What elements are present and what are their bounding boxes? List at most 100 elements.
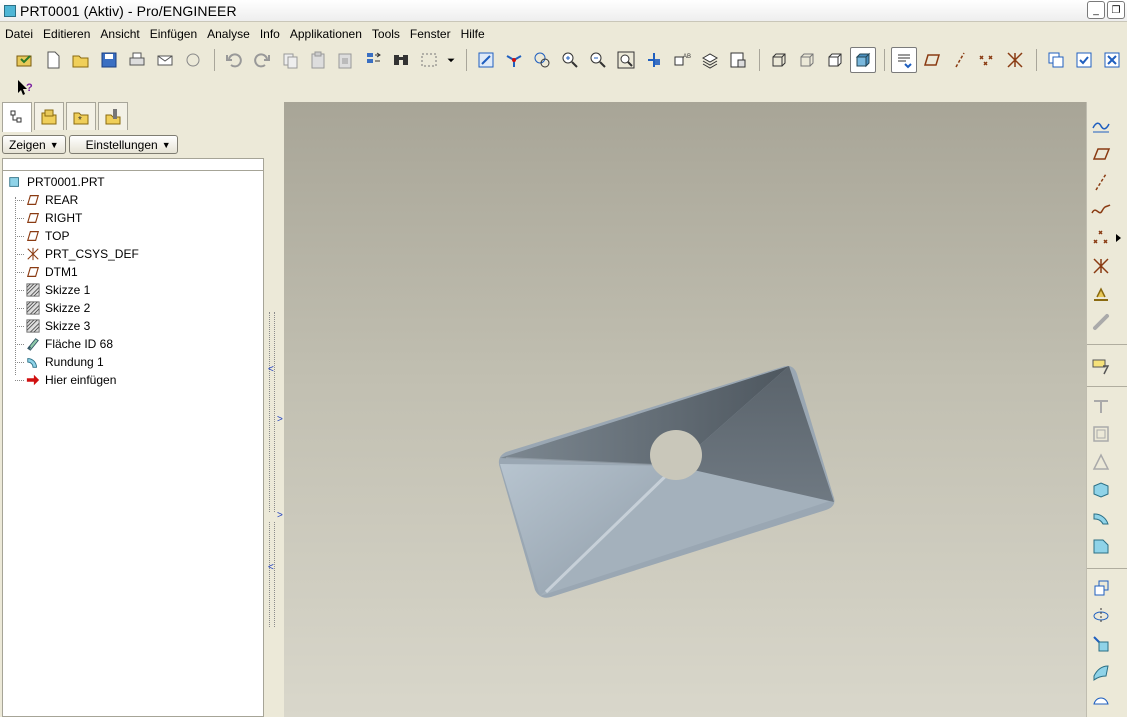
send-link-button[interactable] <box>180 47 206 73</box>
hidden-line-button[interactable] <box>794 47 820 73</box>
csys-tool-button[interactable] <box>1089 254 1113 278</box>
graphics-viewport[interactable] <box>284 102 1086 717</box>
draft-tool-button[interactable] <box>1089 450 1113 474</box>
saved-views-button[interactable]: AB <box>669 47 695 73</box>
send-mail-button[interactable] <box>152 47 178 73</box>
round-tool-button[interactable] <box>1089 478 1113 502</box>
redo-button[interactable] <box>249 47 275 73</box>
open-file-button[interactable] <box>68 47 94 73</box>
no-hidden-button[interactable] <box>822 47 848 73</box>
activate-window-button[interactable] <box>1071 47 1097 73</box>
refit-button[interactable] <box>613 47 639 73</box>
layers-button[interactable] <box>697 47 723 73</box>
search-button[interactable] <box>388 47 414 73</box>
paste-button[interactable] <box>305 47 331 73</box>
rib-icon <box>1094 400 1108 413</box>
repaint-button[interactable] <box>473 47 499 73</box>
zoom-in-button[interactable] <box>557 47 583 73</box>
rib-tool-button[interactable] <box>1089 394 1113 418</box>
tree-item-sketch-2[interactable]: Skizze 2 <box>3 299 263 317</box>
display-toggle-button[interactable] <box>1089 114 1113 138</box>
menu-hilfe[interactable]: Hilfe <box>456 27 490 41</box>
menu-applikationen[interactable]: Applikationen <box>285 27 367 41</box>
datum-curve-tool-button[interactable] <box>1089 198 1113 222</box>
wireframe-button[interactable] <box>766 47 792 73</box>
tree-item-surface[interactable]: Fläche ID 68 <box>3 335 263 353</box>
tab-favorites[interactable]: * <box>66 102 96 130</box>
minimize-button[interactable]: _ <box>1087 1 1105 19</box>
datum-point-tool-button[interactable] <box>1089 226 1113 250</box>
reorient-button[interactable] <box>641 47 667 73</box>
tree-item-sketch-3[interactable]: Skizze 3 <box>3 317 263 335</box>
close-window-button[interactable] <box>1099 47 1125 73</box>
selection-box-button[interactable] <box>416 47 442 73</box>
print-button[interactable] <box>124 47 150 73</box>
datum-plane-tool-button[interactable] <box>1089 142 1113 166</box>
menu-einfuegen[interactable]: Einfügen <box>145 27 202 41</box>
collapse-arrow-icon[interactable]: < <box>268 364 274 375</box>
datum-planes-toggle-button[interactable] <box>919 47 945 73</box>
paste-special-button[interactable] <box>332 47 358 73</box>
new-file-button[interactable] <box>40 47 66 73</box>
edge-round-tool-button[interactable] <box>1089 534 1113 558</box>
regenerate-button[interactable] <box>360 47 386 73</box>
tree-item-top[interactable]: TOP <box>3 227 263 245</box>
undo-button[interactable] <box>221 47 247 73</box>
expand-arrow-icon[interactable]: > <box>277 414 283 425</box>
pattern-tool-button[interactable] <box>1089 310 1113 334</box>
csys-toggle-button[interactable] <box>1002 47 1028 73</box>
shading-button[interactable] <box>849 47 876 73</box>
datum-display-button[interactable] <box>890 47 917 73</box>
context-help-button[interactable]: ? <box>12 75 38 101</box>
splitter-grip[interactable] <box>269 522 275 627</box>
chamfer-tool-button[interactable] <box>1089 506 1113 530</box>
menu-fenster[interactable]: Fenster <box>405 27 456 41</box>
menu-editieren[interactable]: Editieren <box>38 27 95 41</box>
expand-point-menu-arrow[interactable] <box>1113 226 1125 250</box>
switch-window-button[interactable] <box>1043 47 1069 73</box>
tree-item-dtm1[interactable]: DTM1 <box>3 263 263 281</box>
copy-button[interactable] <box>277 47 303 73</box>
selection-dropdown-button[interactable] <box>444 47 458 73</box>
csys-icon <box>25 246 41 262</box>
tab-model-tree[interactable] <box>2 102 32 132</box>
zoom-out-button[interactable] <box>585 47 611 73</box>
tree-item-sketch-1[interactable]: Skizze 1 <box>3 281 263 299</box>
sketch-tool-button[interactable] <box>1089 354 1113 378</box>
analysis-tool-button[interactable] <box>1089 282 1113 306</box>
datum-axis-tool-button[interactable] <box>1089 170 1113 194</box>
save-button[interactable] <box>96 47 122 73</box>
collapse-arrow-icon[interactable]: < <box>268 562 274 573</box>
menu-datei[interactable]: Datei <box>0 27 38 41</box>
datum-points-toggle-button[interactable] <box>975 47 1001 73</box>
splitter-grip[interactable] <box>269 312 275 512</box>
settings-dropdown-button[interactable]: Einstellungen ▼ <box>68 135 178 154</box>
tree-item-csys[interactable]: PRT_CSYS_DEF <box>3 245 263 263</box>
tree-item-insert-here[interactable]: Hier einfügen <box>3 371 263 389</box>
menu-ansicht[interactable]: Ansicht <box>95 27 144 41</box>
shell-tool-button[interactable] <box>1089 422 1113 446</box>
select-working-directory-button[interactable] <box>12 47 38 73</box>
menu-analyse[interactable]: Analyse <box>202 27 255 41</box>
tree-item-rear[interactable]: REAR <box>3 191 263 209</box>
tree-root-item[interactable]: PRT0001.PRT <box>3 173 263 191</box>
view-manager-button[interactable] <box>725 47 751 73</box>
revolve-tool-button[interactable] <box>1089 604 1113 628</box>
restore-button[interactable]: ❐ <box>1107 1 1125 19</box>
show-dropdown-button[interactable]: Zeigen ▼ <box>2 135 66 154</box>
tree-item-round[interactable]: Rundung 1 <box>3 353 263 371</box>
extrude-tool-button[interactable] <box>1089 576 1113 600</box>
tab-folder-browser[interactable] <box>34 102 64 130</box>
sweep-tool-button[interactable] <box>1089 632 1113 656</box>
menu-info[interactable]: Info <box>255 27 285 41</box>
spin-center-button[interactable] <box>501 47 527 73</box>
tree-item-right[interactable]: RIGHT <box>3 209 263 227</box>
orient-mode-button[interactable] <box>529 47 555 73</box>
menu-tools[interactable]: Tools <box>367 27 405 41</box>
boundary-blend-tool-button[interactable] <box>1089 660 1113 684</box>
tab-connections[interactable] <box>98 102 128 130</box>
style-tool-button[interactable] <box>1089 688 1113 712</box>
expand-arrow-icon[interactable]: > <box>277 510 283 521</box>
datum-axes-toggle-button[interactable] <box>947 47 973 73</box>
panel-splitter[interactable]: < > > < <box>266 102 284 717</box>
